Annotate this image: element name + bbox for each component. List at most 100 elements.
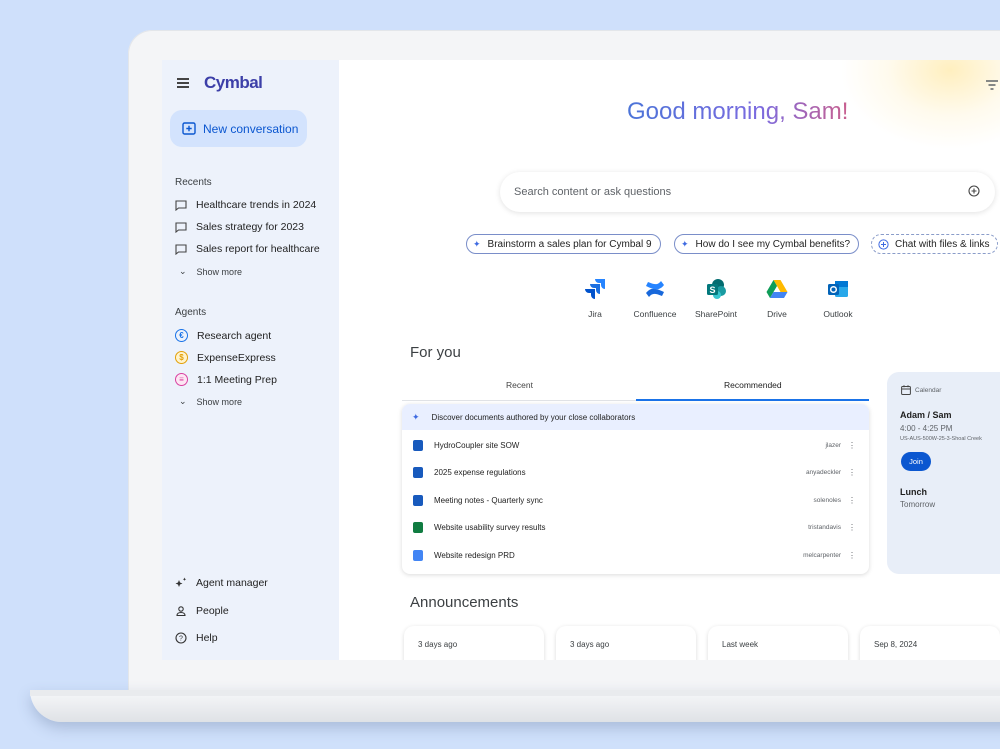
join-meeting-button[interactable]: Join	[901, 452, 931, 471]
document-row[interactable]: HydroCoupler site SOW jlazer ⋮	[402, 432, 869, 459]
greeting-heading: Good morning, Sam!	[627, 98, 849, 125]
chat-bubble-icon	[175, 221, 187, 233]
event-title: Adam / Sam	[900, 410, 952, 420]
svg-text:?: ?	[179, 636, 183, 643]
document-title: Website usability survey results	[434, 523, 546, 532]
suggestion-chip-label: Chat with files & links	[895, 238, 990, 250]
agent-manager-label: Agent manager	[196, 577, 268, 589]
drive-shortcut[interactable]: Drive	[747, 278, 807, 319]
background-glow	[840, 60, 1000, 150]
suggestion-chip[interactable]: ✦ Brainstorm a sales plan for Cymbal 9	[466, 234, 661, 254]
new-chat-icon	[182, 121, 196, 135]
document-row[interactable]: Meeting notes - Quarterly sync solenoles…	[402, 487, 869, 514]
event-room: US-AUS-500W-25-3-Shoal Creek	[900, 436, 982, 442]
app-label: Outlook	[823, 309, 853, 319]
chat-bubble-icon	[175, 243, 187, 255]
word-doc-icon	[413, 467, 423, 478]
event-time: 4:00 - 4:25 PM	[900, 424, 953, 433]
app-label: Jira	[588, 309, 602, 319]
chat-bubble-icon	[175, 199, 187, 211]
sparkle-agents-icon	[175, 577, 187, 587]
announcement-date: Last week	[722, 640, 759, 649]
recent-item[interactable]: Sales report for healthcare	[175, 243, 320, 255]
expense-agent-icon: $	[175, 351, 188, 364]
search-input[interactable]: Search content or ask questions	[500, 172, 995, 212]
document-title: 2025 expense regulations	[434, 468, 526, 477]
tab-recommended[interactable]: Recommended	[724, 380, 782, 390]
document-row[interactable]: Website redesign PRD melcarpenter ⋮	[402, 542, 869, 569]
agent-item[interactable]: € Research agent	[175, 329, 271, 342]
sharepoint-shortcut[interactable]: S SharePoint	[686, 278, 746, 319]
recent-item[interactable]: Healthcare trends in 2024	[175, 199, 316, 211]
document-title: Meeting notes - Quarterly sync	[434, 496, 543, 505]
confluence-icon	[644, 278, 666, 300]
agent-item[interactable]: $ ExpenseExpress	[175, 351, 276, 364]
people-link[interactable]: People	[175, 605, 229, 617]
chat-with-files-chip[interactable]: Chat with files & links	[871, 234, 999, 254]
jira-shortcut[interactable]: Jira	[565, 278, 625, 319]
suggestion-chip-label: How do I see my Cymbal benefits?	[695, 238, 851, 250]
chevron-down-icon: ⌄	[179, 266, 187, 276]
agent-item[interactable]: ≡ 1:1 Meeting Prep	[175, 373, 277, 386]
more-options-icon[interactable]: ⋮	[848, 523, 856, 532]
more-options-icon[interactable]: ⋮	[848, 496, 856, 505]
recent-item[interactable]: Sales strategy for 2023	[175, 221, 304, 233]
add-circle-icon	[878, 238, 889, 250]
document-title: Website redesign PRD	[434, 551, 515, 560]
announcement-card[interactable]: Last week	[708, 626, 848, 660]
app-screen: Cymbal New conversation Recents Healthca…	[162, 60, 1000, 660]
sharepoint-icon: S	[705, 278, 727, 300]
app-logo[interactable]: Cymbal	[204, 73, 263, 93]
outlook-shortcut[interactable]: Outlook	[808, 278, 868, 319]
recommended-documents-list: ✦ Discover documents authored by your cl…	[402, 404, 869, 574]
show-more-label: Show more	[196, 266, 243, 277]
agents-show-more-button[interactable]: ⌄ Show more	[179, 396, 242, 407]
help-icon: ?	[175, 632, 187, 644]
document-row[interactable]: 2025 expense regulations anyadeckler ⋮	[402, 459, 869, 486]
chevron-down-icon: ⌄	[179, 396, 187, 406]
document-owner: solenoles	[813, 497, 841, 504]
filter-icon[interactable]	[986, 80, 998, 90]
new-conversation-label: New conversation	[203, 121, 299, 136]
sparkle-icon: ✦	[681, 238, 689, 249]
add-attachment-icon[interactable]	[968, 185, 980, 197]
meeting-prep-agent-icon: ≡	[175, 373, 188, 386]
document-row[interactable]: Website usability survey results tristan…	[402, 514, 869, 541]
announcement-date: 3 days ago	[570, 640, 610, 649]
word-doc-icon	[413, 495, 423, 506]
recent-item-label: Sales report for healthcare	[196, 243, 320, 255]
app-label: Drive	[767, 309, 787, 319]
announcement-date: 3 days ago	[418, 640, 458, 649]
feed-header-label: Discover documents authored by your clos…	[431, 412, 636, 422]
confluence-shortcut[interactable]: Confluence	[625, 278, 685, 319]
more-options-icon[interactable]: ⋮	[848, 468, 856, 477]
more-options-icon[interactable]: ⋮	[848, 441, 856, 450]
recent-item-label: Sales strategy for 2023	[196, 221, 304, 233]
agent-manager-link[interactable]: Agent manager	[175, 577, 268, 589]
google-doc-icon	[413, 550, 423, 561]
outlook-icon	[827, 278, 849, 300]
suggestion-chip-label: Brainstorm a sales plan for Cymbal 9	[487, 238, 652, 250]
announcement-card[interactable]: 3 days ago	[556, 626, 696, 660]
calendar-card: Calendar Adam / Sam 4:00 - 4:25 PM US-AU…	[887, 372, 1000, 574]
event-time: Tomorrow	[900, 500, 936, 509]
svg-text:S: S	[709, 285, 715, 295]
new-conversation-button[interactable]: New conversation	[170, 110, 307, 147]
announcement-date: Sep 8, 2024	[874, 640, 918, 649]
document-owner: jlazer	[825, 442, 841, 449]
document-owner: tristandavis	[808, 524, 841, 531]
announcement-card[interactable]: 3 days ago	[404, 626, 544, 660]
sidebar: Cymbal New conversation Recents Healthca…	[162, 60, 339, 660]
active-tab-indicator	[636, 399, 869, 401]
announcement-card[interactable]: Sep 8, 2024	[860, 626, 1000, 660]
tab-recent[interactable]: Recent	[506, 380, 533, 390]
more-options-icon[interactable]: ⋮	[848, 551, 856, 560]
recents-show-more-button[interactable]: ⌄ Show more	[179, 266, 242, 277]
agent-item-label: Research agent	[197, 329, 272, 342]
suggestion-chip[interactable]: ✦ How do I see my Cymbal benefits?	[674, 234, 860, 254]
hamburger-menu-icon[interactable]	[177, 78, 189, 88]
document-title: HydroCoupler site SOW	[434, 441, 520, 450]
help-link[interactable]: ? Help	[175, 632, 218, 644]
document-owner: anyadeckler	[805, 469, 841, 476]
laptop-base	[30, 690, 1000, 722]
